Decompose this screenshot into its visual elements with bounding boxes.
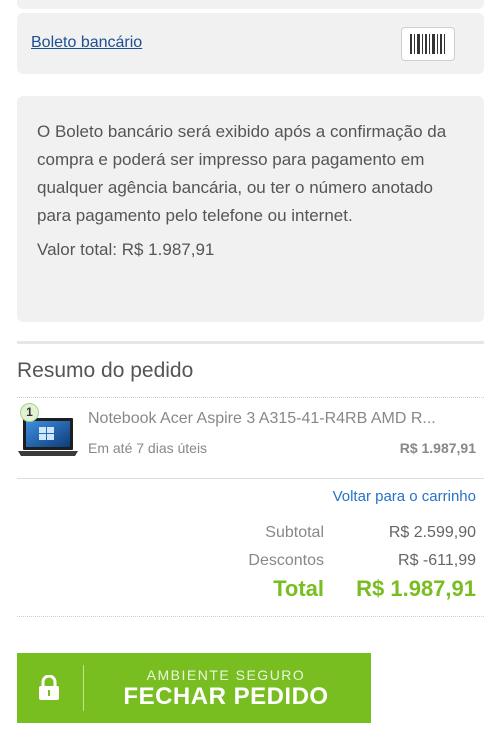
item-delivery: Em até 7 dias úteis	[88, 440, 208, 456]
payment-option-label[interactable]: Boleto bancário	[31, 34, 142, 52]
order-summary-title: Resumo do pedido	[17, 359, 194, 382]
payment-option-boleto[interactable]: Boleto bancário	[17, 13, 484, 74]
order-item: 1 Notebook Acer Aspire 3 A315-41-R4RB AM…	[17, 400, 484, 472]
checkout-button-label: FECHAR PEDIDO	[123, 683, 329, 710]
total-value: R$ 1.987,91	[356, 576, 476, 601]
back-to-cart-link[interactable]: Voltar para o carrinho	[333, 488, 476, 505]
subtotal-value: R$ 2.599,90	[388, 524, 476, 541]
total-label: Total	[273, 576, 324, 601]
checkout-button[interactable]: AMBIENTE SEGURO FECHAR PEDIDO	[17, 653, 371, 723]
item-divider	[17, 478, 484, 479]
summary-divider	[17, 397, 484, 398]
discount-value: R$ -611,99	[398, 552, 476, 569]
item-quantity-badge: 1	[20, 403, 39, 422]
totals-divider	[17, 616, 484, 617]
discount-label: Descontos	[248, 552, 324, 569]
boleto-total-value: Valor total: R$ 1.987,91	[37, 240, 215, 259]
secure-environment-label: AMBIENTE SEGURO	[146, 667, 306, 683]
previous-payment-card	[17, 0, 484, 9]
boleto-info-text: O Boleto bancário será exibido após a co…	[37, 122, 447, 225]
section-divider	[17, 341, 484, 344]
lock-icon	[39, 675, 59, 700]
button-separator	[83, 665, 84, 711]
item-price: R$ 1.987,91	[399, 440, 476, 456]
subtotal-label: Subtotal	[265, 524, 324, 541]
boleto-info-card: O Boleto bancário será exibido após a co…	[17, 96, 484, 322]
barcode-icon[interactable]	[401, 27, 455, 61]
item-name: Notebook Acer Aspire 3 A315-41-R4RB AMD …	[88, 410, 436, 427]
